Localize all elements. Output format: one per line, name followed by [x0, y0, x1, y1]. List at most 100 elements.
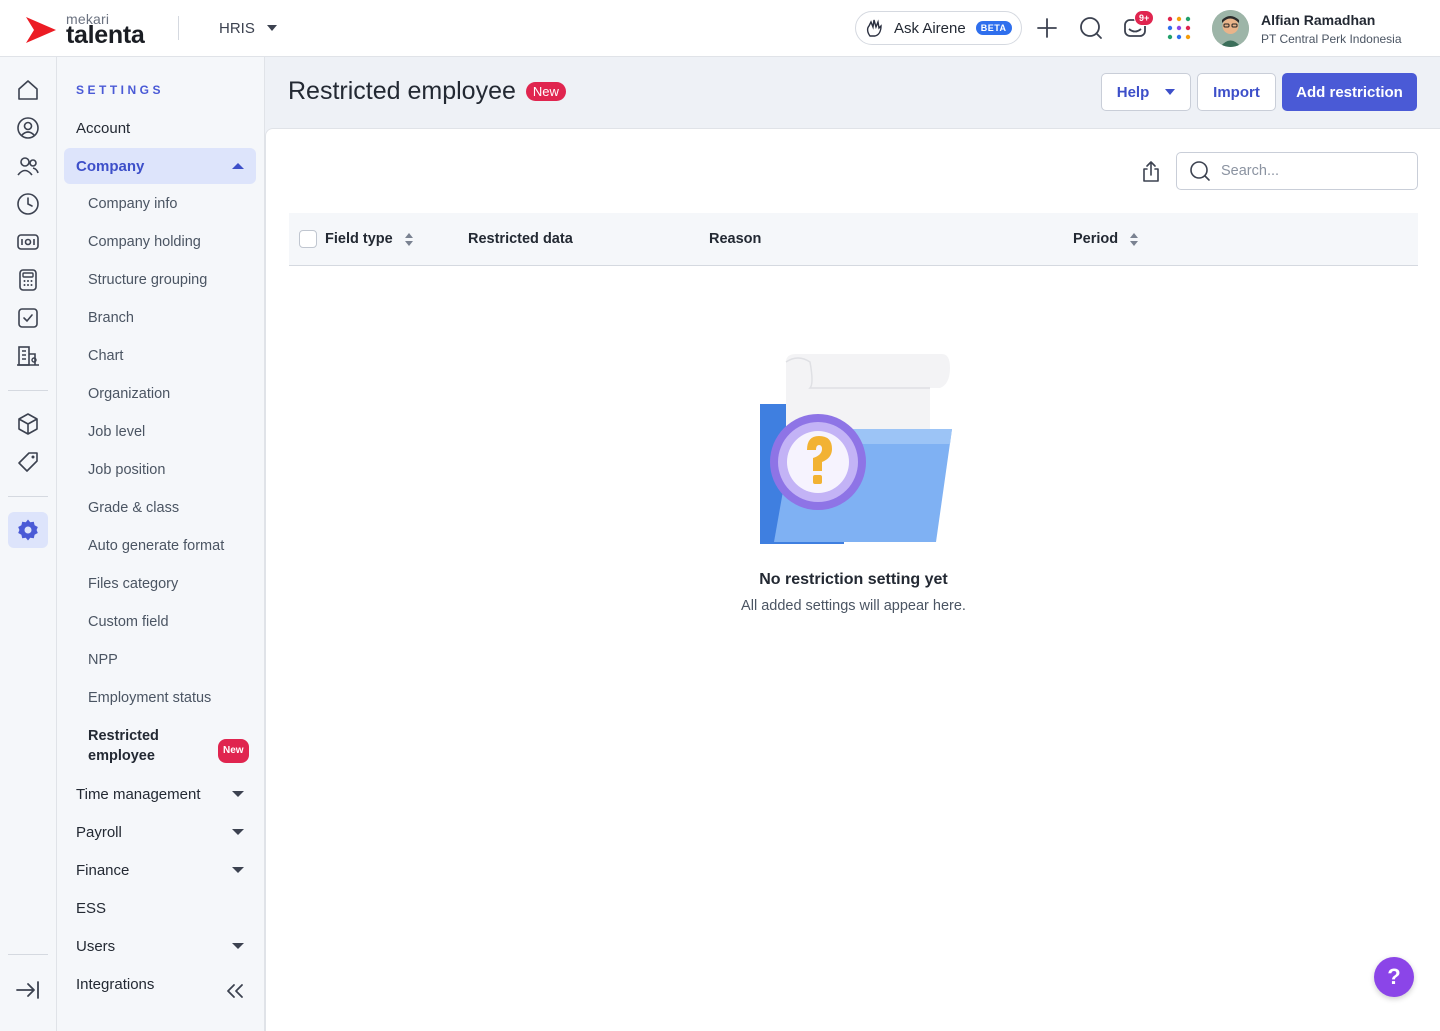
page-header: Restricted employee New	[288, 77, 566, 106]
empty-state-subtitle: All added settings will appear here.	[741, 598, 966, 614]
search-icon	[1080, 17, 1102, 39]
table-header: Field type Restricted data Reason Period	[289, 213, 1418, 266]
sidebar-item-time-management[interactable]: Time management	[64, 776, 256, 812]
sidebar-subitem-chart[interactable]: Chart	[88, 338, 256, 374]
icon-rail	[0, 57, 57, 1031]
expand-icon[interactable]	[14, 976, 42, 1004]
help-fab-button[interactable]: ?	[1374, 957, 1414, 997]
cube-icon[interactable]	[14, 410, 42, 438]
sidebar-item-company[interactable]: Company	[64, 148, 256, 184]
chevron-down-icon	[266, 25, 277, 31]
chevron-down-icon	[232, 791, 244, 797]
column-header-label: Restricted data	[468, 231, 573, 247]
apps-grid-icon	[1167, 16, 1191, 40]
clock-icon[interactable]	[14, 190, 42, 218]
sidebar-subitem-job-position[interactable]: Job position	[88, 452, 256, 488]
people-icon[interactable]	[14, 152, 42, 180]
beta-badge: BETA	[975, 21, 1012, 35]
new-badge: New	[525, 82, 566, 101]
sort-icon[interactable]	[1130, 232, 1139, 246]
empty-folder-illustration-icon	[759, 354, 952, 544]
app-switcher-button[interactable]	[1165, 14, 1193, 42]
calculator-icon[interactable]	[14, 266, 42, 294]
import-button[interactable]: Import	[1197, 73, 1276, 111]
sidebar-item-label: Company	[76, 157, 145, 175]
sidebar-item-users[interactable]: Users	[64, 928, 256, 964]
sidebar-item-ess[interactable]: ESS	[64, 890, 256, 926]
help-button[interactable]: Help	[1101, 73, 1191, 111]
sidebar-item-payroll[interactable]: Payroll	[64, 814, 256, 850]
sidebar-item-account[interactable]: Account	[64, 110, 256, 146]
user-icon[interactable]	[14, 114, 42, 142]
sidebar-subitem-employment-status[interactable]: Employment status	[88, 680, 256, 716]
sidebar-subitem-branch[interactable]: Branch	[88, 300, 256, 336]
page-title: Restricted employee	[288, 77, 516, 105]
chevron-down-icon	[232, 867, 244, 873]
sidebar-subitem-structure-grouping[interactable]: Structure grouping	[88, 262, 256, 298]
settings-sidebar: SETTINGS Account Company Company info Co…	[57, 57, 265, 1031]
sidebar-title: SETTINGS	[76, 83, 165, 97]
module-label: HRIS	[219, 19, 255, 37]
rail-divider	[8, 954, 48, 955]
money-icon[interactable]	[14, 228, 42, 256]
logo-mark-icon	[26, 17, 56, 43]
sidebar-item-finance[interactable]: Finance	[64, 852, 256, 888]
ask-airene-button[interactable]: Ask Airene BETA	[855, 11, 1022, 45]
sidebar-subitem-files-category[interactable]: Files category	[88, 566, 256, 602]
export-button[interactable]	[1137, 158, 1165, 186]
header-divider	[178, 16, 179, 40]
sidebar-subitem-restricted-employee[interactable]: Restricted employee New	[88, 724, 256, 768]
column-header-label: Field type	[325, 231, 393, 247]
sidebar-subitem-custom-field[interactable]: Custom field	[88, 604, 256, 640]
chevron-down-icon	[1165, 89, 1176, 95]
user-menu[interactable]: Alfian Ramadhan PT Central Perk Indonesi…	[1212, 10, 1402, 47]
search-field[interactable]	[1176, 152, 1418, 190]
top-header: mekari talenta HRIS Ask Airene BETA 9+ A…	[0, 0, 1440, 57]
sidebar-subitem-npp[interactable]: NPP	[88, 642, 256, 678]
user-company: PT Central Perk Indonesia	[1261, 31, 1402, 46]
sidebar-subitem-company-info[interactable]: Company info	[88, 186, 256, 222]
sidebar-subitem-job-level[interactable]: Job level	[88, 414, 256, 450]
notification-count-badge: 9+	[1134, 10, 1155, 26]
add-restriction-button[interactable]: Add restriction	[1282, 73, 1417, 111]
chevron-down-icon	[232, 829, 244, 835]
gear-icon[interactable]	[14, 516, 42, 544]
column-header-period[interactable]: Period	[1073, 213, 1139, 265]
sidebar-subitem-company-holding[interactable]: Company holding	[88, 224, 256, 260]
collapse-sidebar-button[interactable]	[223, 981, 247, 1001]
notifications-button[interactable]: 9+	[1121, 10, 1155, 42]
building-icon[interactable]	[14, 342, 42, 370]
sidebar-item-label: ESS	[76, 899, 107, 917]
select-all-checkbox[interactable]	[299, 230, 317, 248]
help-button-label: Help	[1116, 83, 1150, 101]
column-header-restricted-data: Restricted data	[468, 213, 573, 265]
app-logo[interactable]: mekari talenta	[24, 11, 164, 49]
home-icon[interactable]	[14, 76, 42, 104]
chevron-up-icon	[232, 163, 244, 169]
sidebar-subitem-auto-generate-format[interactable]: Auto generate format	[88, 528, 256, 564]
search-input[interactable]	[1221, 163, 1401, 179]
add-button[interactable]	[1033, 14, 1061, 42]
column-header-field-type[interactable]: Field type	[325, 213, 413, 265]
content-card: Field type Restricted data Reason Period	[265, 128, 1440, 1031]
column-header-label: Reason	[709, 231, 762, 247]
search-icon	[1190, 161, 1210, 181]
module-selector[interactable]: HRIS	[219, 17, 277, 39]
rail-divider	[8, 496, 48, 497]
tag-icon[interactable]	[14, 448, 42, 476]
sidebar-item-label: Users	[76, 937, 116, 955]
sort-icon[interactable]	[404, 232, 413, 246]
ask-airene-label: Ask Airene	[894, 19, 966, 37]
column-header-label: Period	[1073, 231, 1119, 247]
empty-state	[266, 354, 1440, 549]
global-search-button[interactable]	[1077, 14, 1105, 42]
double-chevron-left-icon	[227, 984, 243, 998]
sidebar-subitem-grade-class[interactable]: Grade & class	[88, 490, 256, 526]
task-icon[interactable]	[14, 304, 42, 332]
airene-hand-icon	[866, 19, 882, 37]
sidebar-item-label: Finance	[76, 861, 130, 879]
sidebar-subitem-organization[interactable]: Organization	[88, 376, 256, 412]
sidebar-item-label: Integrations	[76, 975, 155, 993]
plus-icon	[1037, 18, 1057, 38]
sidebar-item-label: Account	[76, 119, 131, 137]
